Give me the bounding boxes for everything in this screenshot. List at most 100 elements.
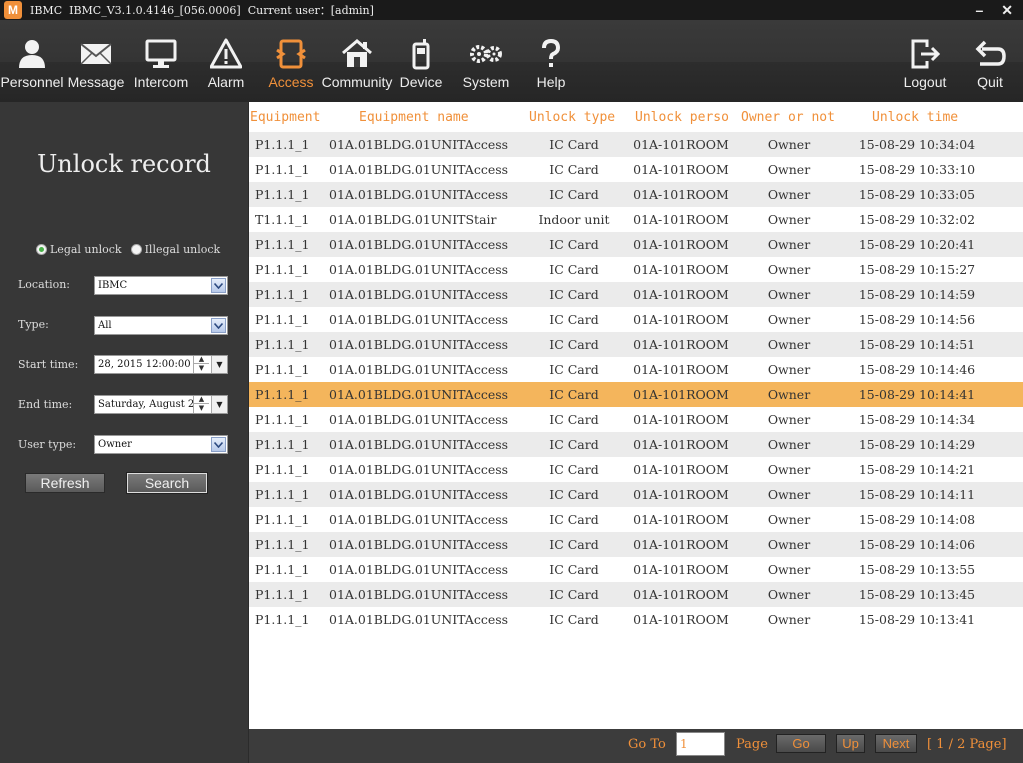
cell-unlock-type: IC Card <box>549 287 599 302</box>
cell-unlock-person: 01A-101ROOM <box>633 337 729 352</box>
cell-owner: Owner <box>767 462 811 477</box>
end-time-spinner[interactable]: ▲ ▼ <box>193 395 209 413</box>
toolbar-label: Intercom <box>133 74 189 90</box>
cell-unlock-time: 15-08-29 10:13:45 <box>858 587 976 602</box>
table-row[interactable]: P1.1.1_1 01A.01BLDG.01UNITAccess IC Card 01… <box>249 507 1023 532</box>
table-row[interactable]: P1.1.1_1 01A.01BLDG.01UNITAccess IC Card 01… <box>249 607 1023 632</box>
chevron-down-icon[interactable] <box>211 278 226 293</box>
table-row[interactable]: P1.1.1_1 01A.01BLDG.01UNITAccess IC Card 01… <box>249 257 1023 282</box>
toolbar-intercom[interactable]: Intercom <box>129 20 193 92</box>
spin-down-icon[interactable]: ▼ <box>194 364 209 372</box>
toolbar-personnel[interactable]: Personnel <box>0 20 64 92</box>
cell-unlock-type: IC Card <box>549 587 599 602</box>
col-unlock-type-header[interactable]: Unlock type <box>529 110 629 125</box>
table-row[interactable]: P1.1.1_1 01A.01BLDG.01UNITAccess IC Card 01… <box>249 532 1023 557</box>
question-icon <box>542 38 561 67</box>
table-row[interactable]: P1.1.1_1 01A.01BLDG.01UNITAccess IC Card 01… <box>249 157 1023 182</box>
toolbar-community[interactable]: Community <box>322 20 392 92</box>
end-time-picker[interactable]: Saturday, August 29 ▲ ▼ ▼ <box>94 395 228 414</box>
table-row[interactable]: P1.1.1_1 01A.01BLDG.01UNITAccess IC Card 01… <box>249 582 1023 607</box>
monitor-icon <box>145 39 177 68</box>
toolbar-system[interactable]: System <box>454 20 518 92</box>
cell-equipment-name: 01A.01BLDG.01UNITAccess <box>329 262 509 277</box>
chevron-down-icon[interactable] <box>211 437 226 452</box>
col-unlock-time-header[interactable]: Unlock time <box>872 110 992 125</box>
col-unlock-person-header[interactable]: Unlock perso <box>635 110 729 125</box>
table-row[interactable]: P1.1.1_1 01A.01BLDG.01UNITAccess IC Card 01… <box>249 382 1023 407</box>
table-row[interactable]: P1.1.1_1 01A.01BLDG.01UNITAccess IC Card 01… <box>249 482 1023 507</box>
title-bar: M IBMC IBMC_V3.1.0.4146_[056.0006] Curre… <box>0 0 1023 20</box>
start-time-spinner[interactable]: ▲ ▼ <box>193 355 209 373</box>
cell-owner: Owner <box>767 537 811 552</box>
user-type-select[interactable]: Owner <box>94 435 228 454</box>
cell-equipment: P1.1.1_1 <box>255 337 310 352</box>
cell-unlock-type: IC Card <box>549 462 599 477</box>
cell-equipment: P1.1.1_1 <box>255 387 310 402</box>
minimize-button[interactable]: – <box>975 2 983 18</box>
toolbar-alarm[interactable]: Alarm <box>194 20 258 92</box>
table-row[interactable]: P1.1.1_1 01A.01BLDG.01UNITAccess IC Card 01… <box>249 282 1023 307</box>
chevron-down-icon[interactable] <box>211 318 226 333</box>
table-row[interactable]: P1.1.1_1 01A.01BLDG.01UNITAccess IC Card 01… <box>249 332 1023 357</box>
search-button[interactable]: Search <box>126 472 208 494</box>
table-row[interactable]: P1.1.1_1 01A.01BLDG.01UNITAccess IC Card 01… <box>249 432 1023 457</box>
cell-unlock-person: 01A-101ROOM <box>633 462 729 477</box>
page-up-button[interactable]: Up <box>836 734 865 753</box>
table-row[interactable]: P1.1.1_1 01A.01BLDG.01UNITAccess IC Card 01… <box>249 457 1023 482</box>
illegal-unlock-radio[interactable] <box>130 244 142 255</box>
toolbar-logout[interactable]: Logout <box>893 20 957 92</box>
col-owner-header[interactable]: Owner or not <box>741 110 851 125</box>
toolbar-label: Help <box>536 74 566 90</box>
cell-unlock-time: 15-08-29 10:15:27 <box>858 262 976 277</box>
toolbar-label: Alarm <box>207 74 245 90</box>
cell-equipment-name: 01A.01BLDG.01UNITAccess <box>329 462 509 477</box>
table-row[interactable]: P1.1.1_1 01A.01BLDG.01UNITAccess IC Card 01… <box>249 407 1023 432</box>
cell-owner: Owner <box>767 162 811 177</box>
table-row[interactable]: P1.1.1_1 01A.01BLDG.01UNITAccess IC Card 01… <box>249 132 1023 157</box>
calendar-dropdown-icon[interactable]: ▼ <box>211 356 227 373</box>
start-time-picker[interactable]: 28, 2015 12:00:00 ▲ ▼ ▼ <box>94 355 228 374</box>
toolbar-access[interactable]: Access <box>259 20 323 92</box>
legal-unlock-radio[interactable] <box>36 244 47 255</box>
cell-unlock-type: IC Card <box>549 612 599 627</box>
cell-unlock-person: 01A-101ROOM <box>633 212 729 227</box>
cell-equipment-name: 01A.01BLDG.01UNITAccess <box>329 487 509 502</box>
table-row[interactable]: P1.1.1_1 01A.01BLDG.01UNITAccess IC Card 01… <box>249 307 1023 332</box>
calendar-dropdown-icon[interactable]: ▼ <box>211 396 227 413</box>
col-equipment-name-header[interactable]: Equipment name <box>359 110 519 125</box>
page-next-button[interactable]: Next <box>875 734 917 753</box>
cell-unlock-time: 15-08-29 10:14:06 <box>858 537 976 552</box>
toolbar-device[interactable]: Device <box>389 20 453 92</box>
close-button[interactable]: ✕ <box>1001 2 1013 19</box>
spin-down-icon[interactable]: ▼ <box>194 404 209 412</box>
cell-unlock-type: IC Card <box>549 187 599 202</box>
col-equipment-header[interactable]: Equipment <box>250 110 334 125</box>
toolbar-quit[interactable]: Quit <box>958 20 1022 92</box>
envelope-icon <box>80 43 112 65</box>
cell-equipment-name: 01A.01BLDG.01UNITAccess <box>329 537 509 552</box>
location-label: Location: <box>18 278 70 291</box>
cell-owner: Owner <box>767 512 811 527</box>
table-row[interactable]: P1.1.1_1 01A.01BLDG.01UNITAccess IC Card 01… <box>249 357 1023 382</box>
go-button[interactable]: Go <box>776 734 826 753</box>
location-select[interactable]: IBMC <box>94 276 228 295</box>
toolbar-help[interactable]: Help <box>519 20 583 92</box>
cell-owner: Owner <box>767 212 811 227</box>
page-info: [ 1 / 2 Page] <box>927 737 1007 752</box>
cell-unlock-type: IC Card <box>549 512 599 527</box>
cell-owner: Owner <box>767 587 811 602</box>
table-row[interactable]: T1.1.1_1 01A.01BLDG.01UNITStair Indoor uni… <box>249 207 1023 232</box>
cell-unlock-time: 15-08-29 10:14:29 <box>858 437 976 452</box>
refresh-button[interactable]: Refresh <box>25 473 105 493</box>
logout-icon <box>911 39 941 69</box>
type-select[interactable]: All <box>94 316 228 335</box>
user-type-label: User type: <box>18 438 77 451</box>
table-row[interactable]: P1.1.1_1 01A.01BLDG.01UNITAccess IC Card 01… <box>249 232 1023 257</box>
table-row[interactable]: P1.1.1_1 01A.01BLDG.01UNITAccess IC Card 01… <box>249 182 1023 207</box>
cell-unlock-person: 01A-101ROOM <box>633 237 729 252</box>
table-row[interactable]: P1.1.1_1 01A.01BLDG.01UNITAccess IC Card 01… <box>249 557 1023 582</box>
toolbar-message[interactable]: Message <box>64 20 128 92</box>
cell-unlock-person: 01A-101ROOM <box>633 562 729 577</box>
page-number-input[interactable]: 1 <box>676 732 725 756</box>
cell-equipment-name: 01A.01BLDG.01UNITAccess <box>329 362 509 377</box>
